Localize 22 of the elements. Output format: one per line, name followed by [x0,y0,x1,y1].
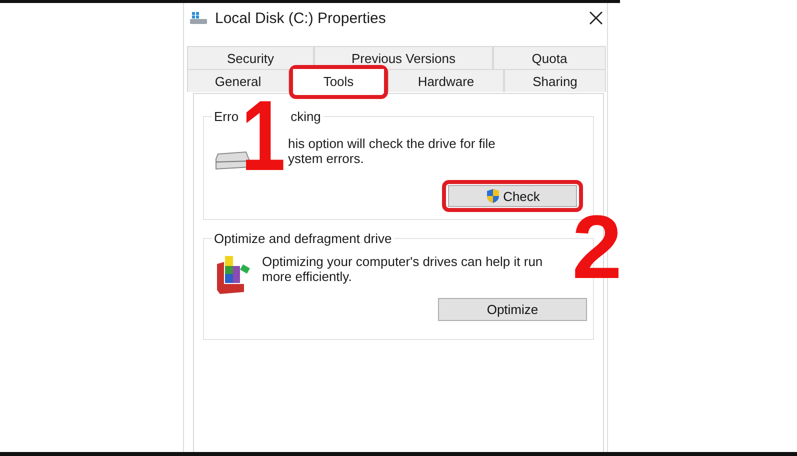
description-text: Optimizing your computer's drives can help it run more efficiently. [262,254,544,284]
tab[interactable]: Quota [493,46,606,69]
tab[interactable]: Hardware [388,69,504,92]
group-label: Erro [214,109,239,124]
step-number: 2 [572,212,622,284]
tab[interactable]: Previous Versions [314,46,493,69]
close-icon[interactable] [589,11,603,25]
tab[interactable]: Security [187,46,314,69]
tab[interactable]: Sharing [504,69,606,92]
description-text: his option will check the drive for file [288,136,496,151]
group-label: cking [290,109,321,124]
window-title: Local Disk (C:) Properties [215,10,386,26]
tab[interactable]: General [187,69,289,92]
defragment-icon [214,254,252,294]
optimize-button[interactable]: Optimize [438,298,587,321]
step-number: 1 [241,96,286,176]
tab[interactable]: Tools [293,69,384,93]
group-label: Optimize and defragment drive [214,231,392,246]
shield-icon [485,188,502,204]
check-button[interactable]: Check [448,185,577,207]
drive-icon [189,10,209,26]
description-text: ystem errors. [288,151,365,166]
